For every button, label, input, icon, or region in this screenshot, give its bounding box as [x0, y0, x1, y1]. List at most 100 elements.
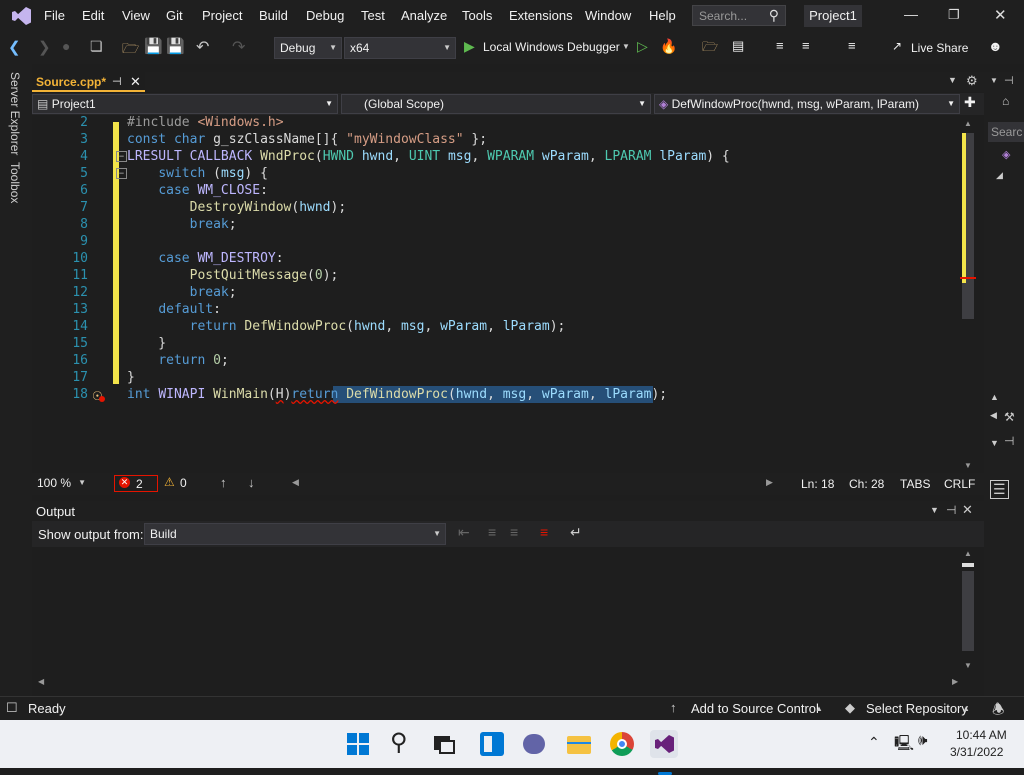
wrench-icon[interactable]: ⚒: [1004, 410, 1015, 424]
run-target-button[interactable]: Local Windows Debugger: [483, 40, 620, 54]
next-message-icon[interactable]: ≡: [510, 524, 518, 540]
expand-icon[interactable]: ◢: [996, 170, 1003, 181]
teams-chat-icon[interactable]: [520, 730, 548, 758]
split-editor-icon[interactable]: ✚: [964, 94, 976, 111]
gear-icon[interactable]: ⚙: [966, 73, 978, 89]
close-tab-icon[interactable]: ✕: [130, 74, 141, 90]
scroll-right-icon[interactable]: ▶: [766, 477, 773, 488]
solution-explorer-icon[interactable]: 🗁: [702, 38, 718, 60]
line-indicator[interactable]: Ln: 18: [801, 477, 834, 491]
menu-edit[interactable]: Edit: [82, 8, 104, 23]
scroll-down-icon[interactable]: ▼: [964, 661, 972, 670]
error-count-button[interactable]: ✕ 2: [114, 475, 158, 492]
menu-project[interactable]: Project: [202, 8, 242, 23]
menu-view[interactable]: View: [122, 8, 150, 23]
file-explorer-icon[interactable]: [565, 730, 593, 758]
chevron-up-icon[interactable]: ▲: [962, 704, 970, 713]
scrollbar-track[interactable]: [962, 571, 974, 651]
search-icon[interactable]: ⚲: [390, 728, 408, 757]
toolbox-tab[interactable]: Toolbox: [8, 162, 22, 203]
start-debugging-icon[interactable]: ▶: [464, 38, 475, 55]
column-indicator[interactable]: Ch: 28: [849, 477, 884, 491]
zoom-dropdown[interactable]: 100 % ▼: [32, 475, 90, 493]
redo-icon[interactable]: ↷: [232, 37, 245, 57]
solution-search-input[interactable]: Searc: [988, 122, 1024, 142]
pin-icon[interactable]: ⊣: [1004, 74, 1014, 87]
save-icon[interactable]: 💾: [144, 37, 163, 55]
tabs-indicator[interactable]: TABS: [900, 477, 930, 491]
visual-studio-logo-icon[interactable]: [10, 6, 32, 26]
platform-dropdown[interactable]: x64 ▼: [344, 37, 456, 59]
home-icon[interactable]: ⌂: [1002, 94, 1009, 108]
live-share-icon[interactable]: ↗: [892, 39, 902, 53]
find-message-icon[interactable]: ⇤: [458, 524, 470, 541]
collapse-outline-icon[interactable]: −: [116, 151, 127, 162]
new-project-icon[interactable]: ❏: [90, 38, 103, 55]
scrollbar-thumb[interactable]: [962, 563, 974, 567]
back-icon[interactable]: ❮: [8, 38, 21, 56]
warning-count-button[interactable]: ⚠ 0: [164, 475, 194, 492]
indent-icon[interactable]: ≡: [802, 38, 810, 53]
pin-icon[interactable]: ⊣: [946, 503, 956, 517]
word-wrap-icon[interactable]: ↵: [570, 524, 582, 541]
pin-icon[interactable]: ⊣: [112, 75, 122, 88]
window-layout-icon[interactable]: ▤: [732, 38, 744, 54]
bookmark-icon[interactable]: ≡: [848, 38, 856, 53]
scroll-left-icon[interactable]: ◀: [292, 477, 299, 488]
chevron-up-icon[interactable]: ▲: [990, 392, 999, 402]
tab-source-cpp[interactable]: Source.cpp* ⊣ ✕: [32, 72, 145, 92]
output-content[interactable]: ▲ ▼ ◀ ▶: [32, 547, 984, 686]
tab-overflow-icon[interactable]: ▼: [948, 75, 957, 85]
menu-file[interactable]: File: [44, 8, 65, 23]
clock-date[interactable]: 3/31/2022: [950, 745, 1003, 759]
next-issue-icon[interactable]: ↓: [248, 475, 255, 490]
previous-issue-icon[interactable]: ↑: [220, 475, 227, 490]
server-explorer-tab[interactable]: Server Explorer: [8, 72, 22, 155]
scope-dropdown[interactable]: (Global Scope) ▼: [341, 94, 651, 114]
minimize-icon[interactable]: —: [904, 6, 918, 22]
visual-studio-taskbar-icon[interactable]: [650, 730, 678, 775]
chevron-down-icon[interactable]: ▼: [622, 42, 630, 51]
chrome-icon[interactable]: [608, 730, 636, 758]
open-folder-icon[interactable]: 🗁: [122, 38, 139, 62]
scroll-left-icon[interactable]: ◀: [38, 677, 44, 686]
solution-icon[interactable]: ◈: [1002, 148, 1010, 161]
hot-reload-icon[interactable]: 🔥: [660, 38, 677, 55]
menu-window[interactable]: Window: [585, 8, 631, 23]
output-source-dropdown[interactable]: Build ▼: [144, 523, 446, 545]
menu-help[interactable]: Help: [649, 8, 676, 23]
task-view-icon[interactable]: [430, 730, 458, 758]
line-ending-indicator[interactable]: CRLF: [944, 477, 975, 491]
forward-icon[interactable]: ❯: [38, 38, 51, 56]
add-to-source-control-button[interactable]: Add to Source Control: [691, 701, 819, 716]
start-windows-icon[interactable]: [344, 730, 372, 758]
output-scrollbar[interactable]: ▲ ▼: [960, 549, 976, 673]
select-repository-button[interactable]: Select Repository: [866, 701, 968, 716]
member-dropdown[interactable]: ◈ DefWindowProc(hwnd, msg, wParam, lPara…: [654, 94, 960, 114]
save-all-icon[interactable]: 💾: [166, 37, 185, 55]
menu-git[interactable]: Git: [166, 8, 183, 23]
close-icon[interactable]: ✕: [994, 6, 1007, 24]
scroll-up-icon[interactable]: ▲: [964, 119, 972, 128]
menu-test[interactable]: Test: [361, 8, 385, 23]
maximize-icon[interactable]: ❐: [948, 7, 960, 23]
properties-icon[interactable]: ☰: [990, 480, 1009, 499]
chevron-down-icon[interactable]: ▼: [990, 76, 998, 85]
scroll-left-icon[interactable]: ◀: [990, 410, 997, 421]
menu-analyze[interactable]: Analyze: [401, 8, 447, 23]
start-without-debugging-icon[interactable]: ▷: [637, 38, 648, 55]
project-dropdown[interactable]: ▤ Project1 ▼: [32, 94, 338, 114]
network-icon[interactable]: 🖳: [894, 733, 914, 758]
volume-icon[interactable]: 🕪: [918, 732, 927, 749]
clock-time[interactable]: 10:44 AM: [956, 728, 1007, 742]
panel-menu-icon[interactable]: ▼: [930, 505, 939, 515]
feedback-icon[interactable]: ☻: [988, 38, 1003, 54]
search-input[interactable]: Search... ⚲: [692, 5, 786, 26]
menu-build[interactable]: Build: [259, 8, 288, 23]
widgets-icon[interactable]: [478, 730, 506, 758]
menu-tools[interactable]: Tools: [462, 8, 492, 23]
chevron-down-icon[interactable]: ▼: [990, 438, 999, 448]
show-hidden-icons-chevron-up-icon[interactable]: ⌃: [868, 734, 880, 751]
configuration-dropdown[interactable]: Debug ▼: [274, 37, 342, 59]
pin-icon[interactable]: ⊣: [1004, 434, 1014, 448]
